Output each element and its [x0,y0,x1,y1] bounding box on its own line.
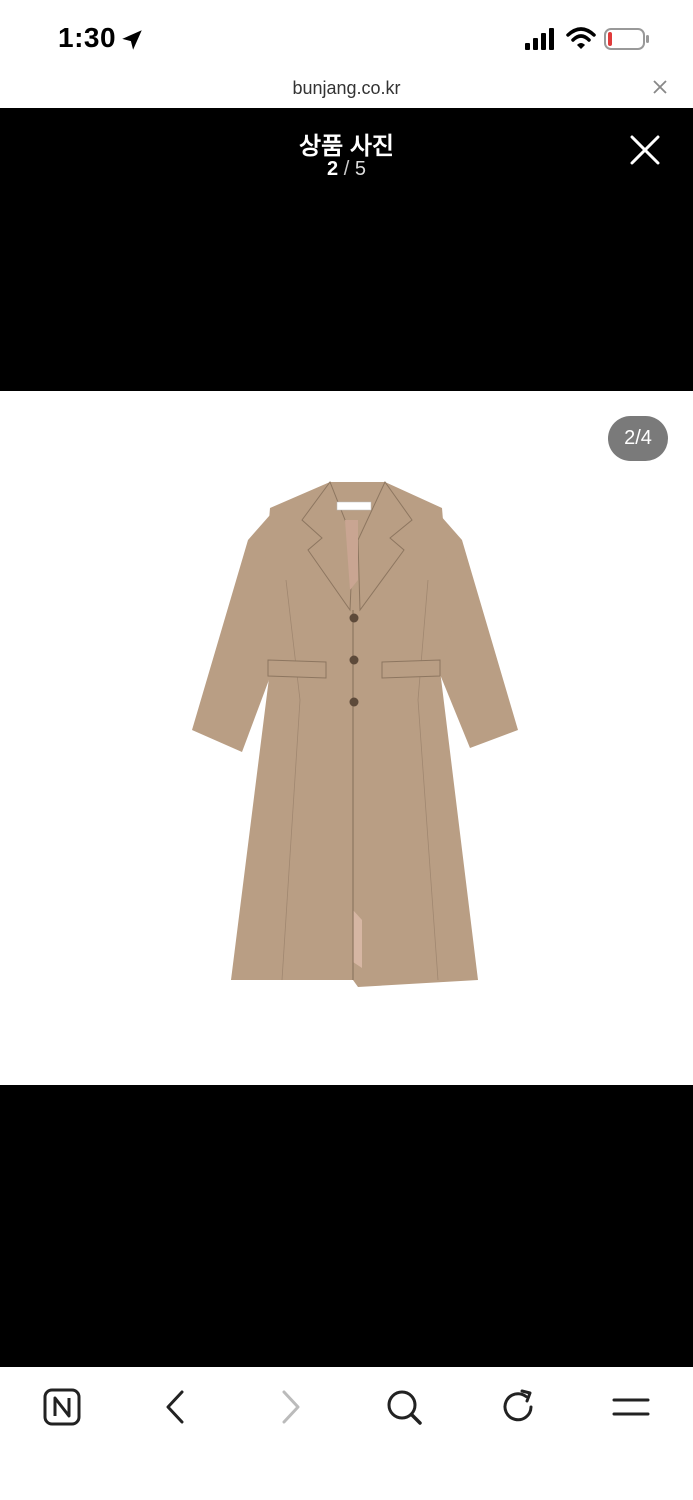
status-bar: 1:30 [0,0,693,74]
coat-image [192,480,518,987]
browser-toolbar [0,1367,693,1500]
image-index-badge: 2/4 [608,416,668,461]
wifi-icon [566,27,596,49]
close-icon[interactable] [653,80,667,94]
reload-icon[interactable] [498,1387,538,1427]
back-icon[interactable] [156,1387,196,1427]
cellular-signal-icon [525,28,554,50]
url-text[interactable]: bunjang.co.kr [0,78,693,99]
url-bar[interactable]: bunjang.co.kr [0,74,693,108]
search-icon[interactable] [384,1387,424,1427]
photo-viewer-bottom [0,1085,693,1367]
status-time: 1:30 [58,22,117,53]
location-arrow-icon [122,30,142,50]
menu-icon[interactable] [611,1387,651,1427]
forward-icon[interactable] [270,1387,310,1427]
photo-counter: 2 / 5 [0,158,693,181]
photo-counter-current: 2 [327,158,339,180]
photo-counter-separator: / [338,158,355,180]
viewer-close-icon[interactable] [629,134,661,166]
photo-counter-total: 5 [354,158,366,180]
product-photo[interactable]: 2/4 [0,391,693,1085]
battery-low-icon [604,28,649,50]
viewer-title: 상품 사진 [299,133,394,160]
naver-home-icon[interactable] [42,1387,82,1427]
photo-viewer-header: 상품 사진 2 / 5 [0,108,693,391]
